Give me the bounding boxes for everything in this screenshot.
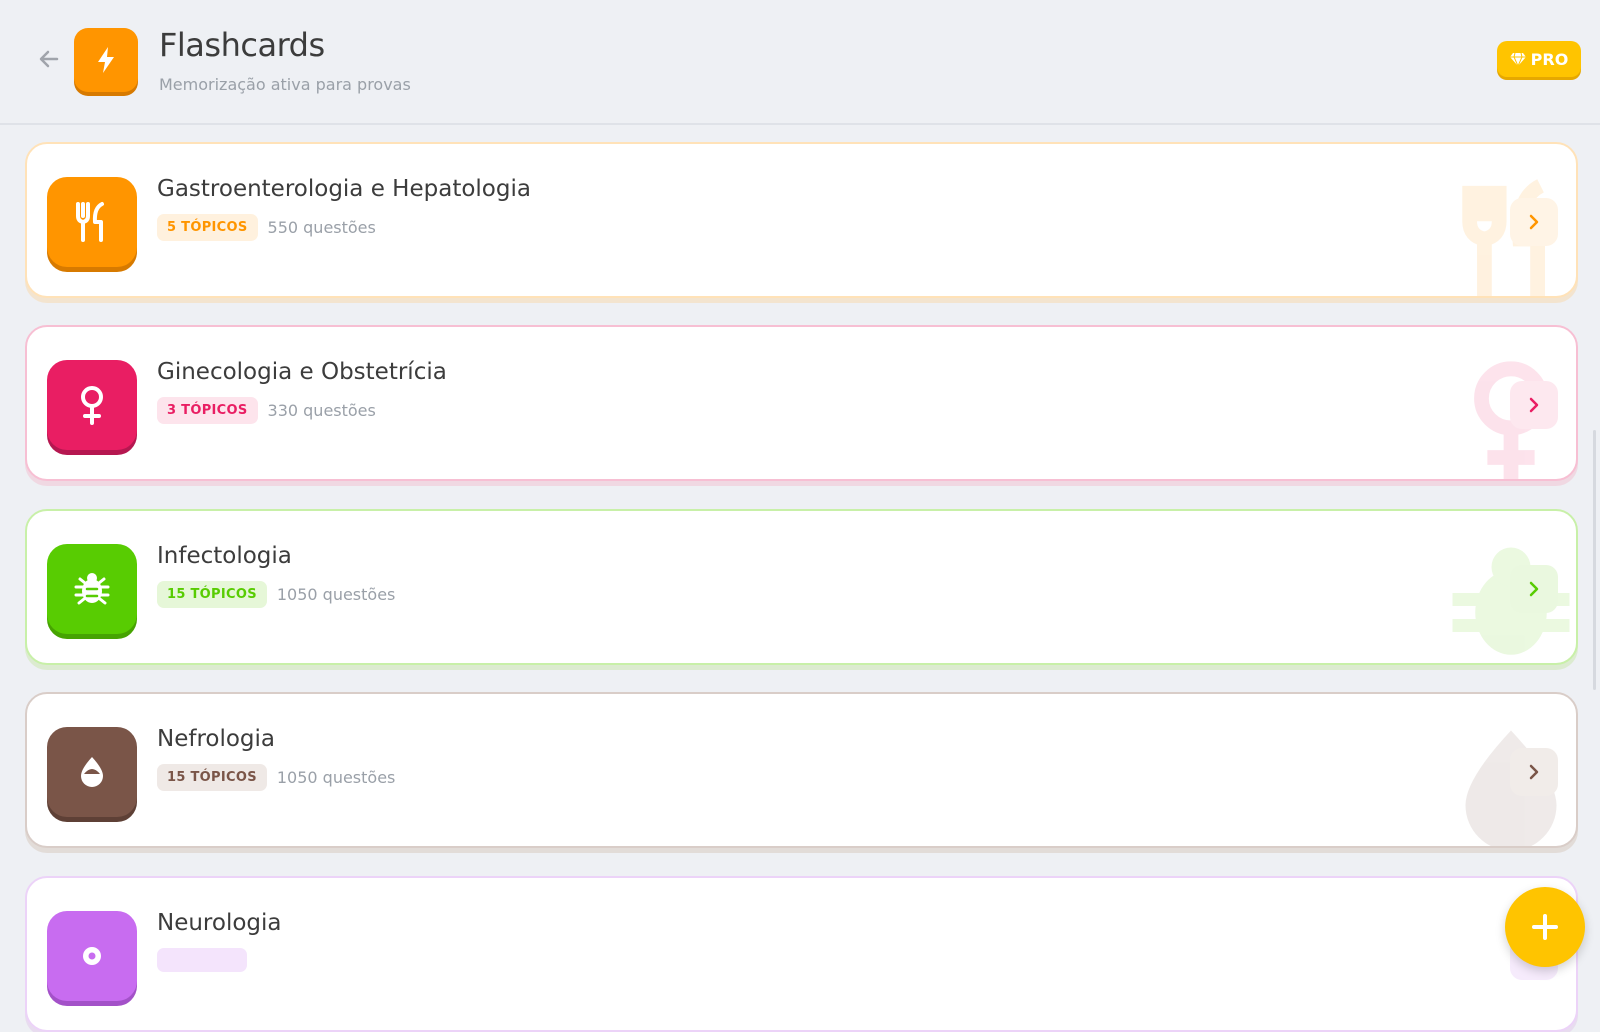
header: Flashcards Memorização ativa para provas… <box>0 0 1600 125</box>
category-card-ginecologia[interactable]: Ginecologia e Obstetrícia 3 TÓPICOS 330 … <box>25 325 1578 481</box>
category-card-infectologia[interactable]: Infectologia 15 TÓPICOS 1050 questões <box>25 509 1578 665</box>
open-category-button[interactable] <box>1510 381 1558 429</box>
topics-badge: 5 TÓPICOS <box>157 214 258 241</box>
scrollbar[interactable] <box>1593 430 1596 690</box>
page-title: Flashcards <box>159 26 325 64</box>
page-subtitle: Memorização ativa para provas <box>159 75 411 94</box>
category-meta: 15 TÓPICOS 1050 questões <box>157 581 395 608</box>
category-meta: 3 TÓPICOS 330 questões <box>157 397 376 424</box>
questions-count: 550 questões <box>267 218 376 237</box>
lightning-icon <box>98 47 114 73</box>
plus-icon <box>1532 914 1558 940</box>
back-button[interactable] <box>34 44 64 74</box>
category-icon <box>47 544 137 634</box>
category-meta <box>157 948 257 972</box>
category-card-gastroenterologia[interactable]: Gastroenterologia e Hepatologia 5 TÓPICO… <box>25 142 1578 298</box>
drop-icon <box>81 757 103 787</box>
category-icon <box>47 360 137 450</box>
arrow-left-icon <box>39 50 59 68</box>
category-meta: 5 TÓPICOS 550 questões <box>157 214 376 241</box>
female-symbol-icon <box>81 386 103 425</box>
brain-icon <box>83 947 101 965</box>
questions-count: 1050 questões <box>276 585 396 604</box>
bug-icon <box>74 573 110 605</box>
chevron-right-icon <box>1529 214 1539 230</box>
app-icon <box>74 28 138 92</box>
category-title: Nefrologia <box>157 726 276 752</box>
open-category-button[interactable] <box>1510 748 1558 796</box>
open-category-button[interactable] <box>1510 198 1558 246</box>
questions-count: 1050 questões <box>276 768 396 787</box>
diamond-icon <box>1509 52 1526 66</box>
category-icon <box>47 911 137 1001</box>
fork-knife-icon <box>76 202 104 242</box>
topics-badge <box>157 948 247 972</box>
add-button[interactable] <box>1505 887 1585 967</box>
pro-badge[interactable]: PRO <box>1497 41 1581 77</box>
chevron-right-icon <box>1529 397 1539 413</box>
open-category-button[interactable] <box>1510 565 1558 613</box>
pro-label: PRO <box>1530 49 1569 69</box>
chevron-right-icon <box>1529 581 1539 597</box>
category-meta: 15 TÓPICOS 1050 questões <box>157 764 395 791</box>
topics-badge: 15 TÓPICOS <box>157 581 267 608</box>
category-card-neurologia[interactable]: Neurologia <box>25 876 1578 1032</box>
category-card-nefrologia[interactable]: Nefrologia 15 TÓPICOS 1050 questões <box>25 692 1578 848</box>
questions-count: 330 questões <box>267 401 376 420</box>
category-title: Gastroenterologia e Hepatologia <box>157 176 531 202</box>
category-title: Ginecologia e Obstetrícia <box>157 359 447 385</box>
category-icon <box>47 727 137 817</box>
category-title: Infectologia <box>157 543 292 569</box>
topics-badge: 15 TÓPICOS <box>157 764 267 791</box>
topics-badge: 3 TÓPICOS <box>157 397 258 424</box>
category-title: Neurologia <box>157 910 282 936</box>
chevron-right-icon <box>1529 764 1539 780</box>
category-icon <box>47 177 137 267</box>
